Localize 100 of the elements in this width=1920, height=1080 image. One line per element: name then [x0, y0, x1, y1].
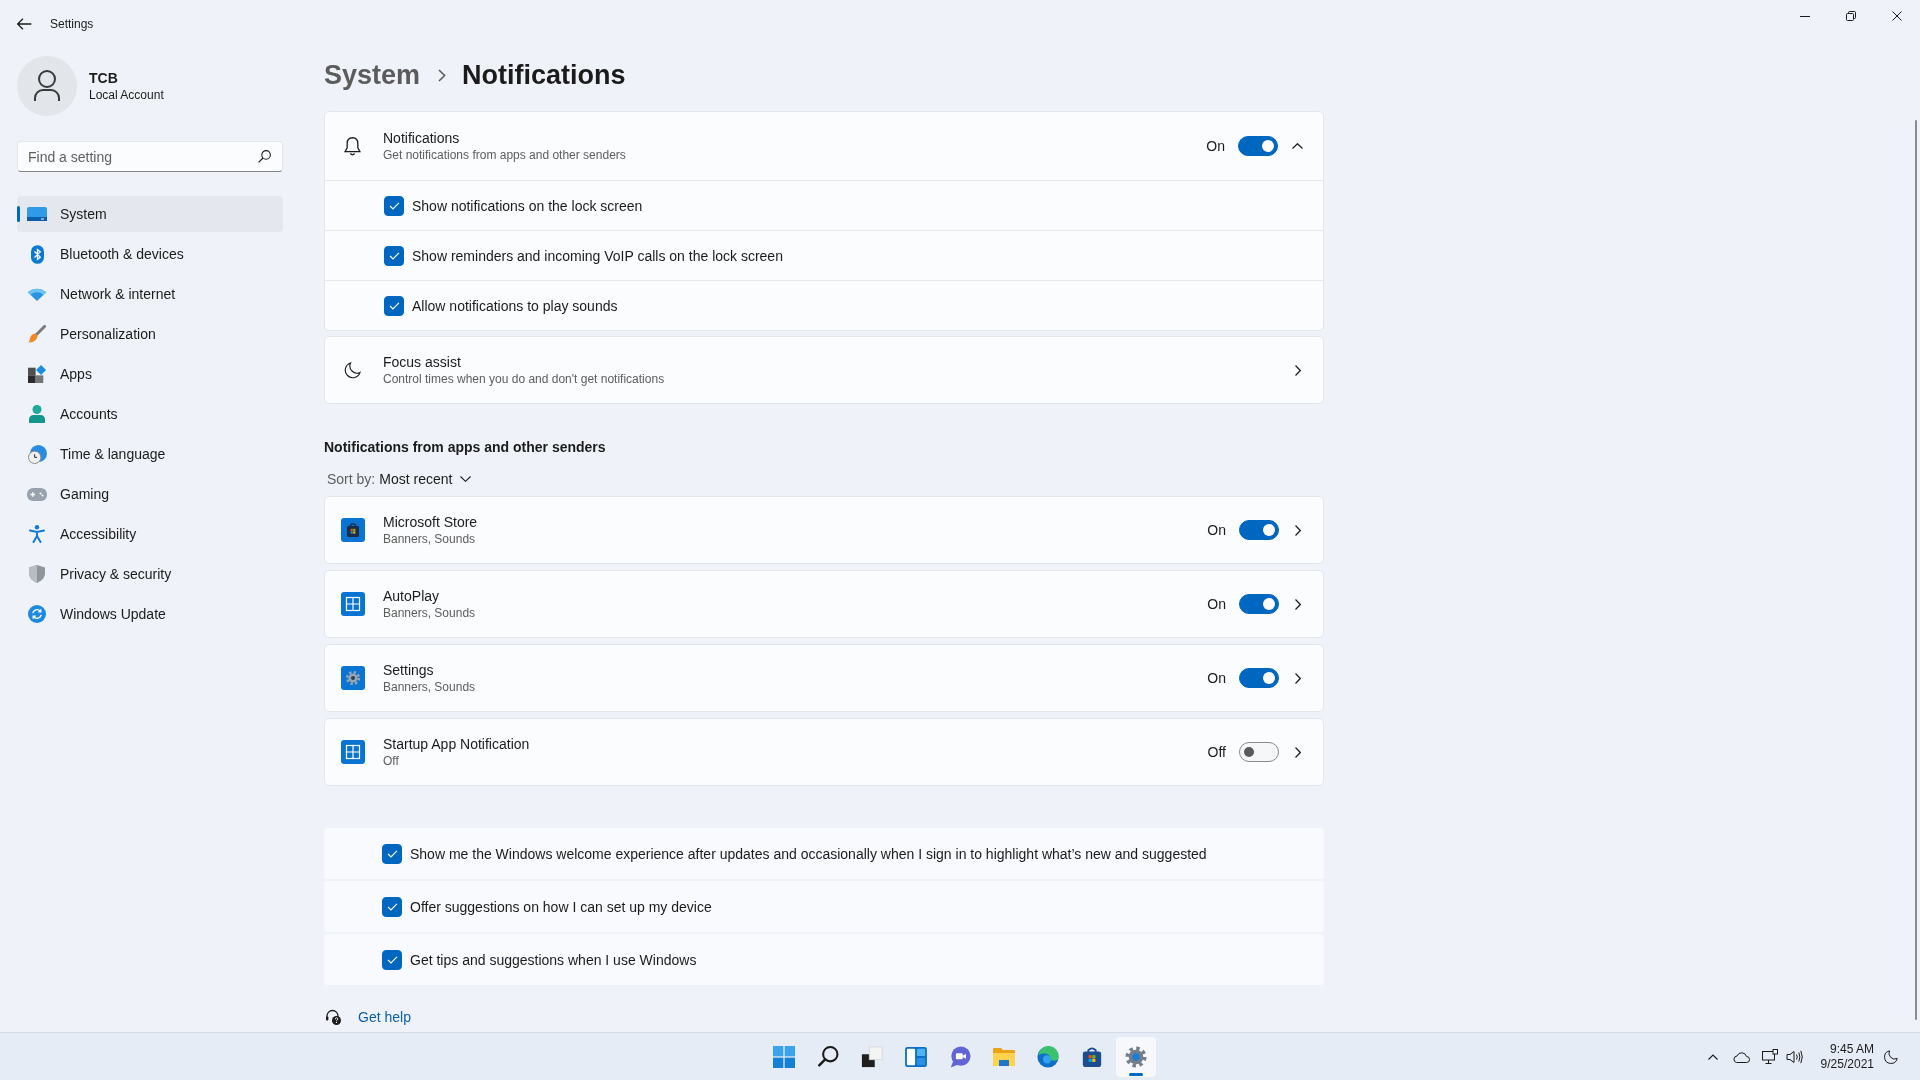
help-icon — [325, 1009, 341, 1025]
chevron-up-icon[interactable] — [1292, 143, 1303, 149]
checkbox[interactable] — [384, 195, 404, 216]
sync-icon — [28, 605, 46, 623]
cloud-icon[interactable] — [1731, 1050, 1750, 1063]
option-label: Show reminders and incoming VoIP calls on the lock screen — [412, 247, 783, 264]
accessibility-icon — [29, 525, 45, 543]
gear-icon — [341, 666, 365, 690]
gear-icon — [1125, 1045, 1147, 1068]
person-icon — [29, 405, 45, 423]
toggle-switch[interactable] — [1239, 742, 1279, 762]
moon-icon[interactable] — [1884, 1049, 1898, 1064]
setting-title: Focus assist — [383, 354, 461, 370]
shield-icon — [29, 565, 45, 583]
window-panes-icon — [341, 592, 365, 616]
sidebar-item[interactable]: System — [17, 196, 283, 232]
window-panes-icon — [341, 740, 365, 764]
bell-icon — [344, 136, 361, 156]
setting-description: Control times when you do and don't get notifications — [383, 372, 665, 386]
sort-dropdown[interactable]: Most recent — [379, 471, 472, 487]
clock-date[interactable]: 9/25/2021 — [1820, 1056, 1874, 1072]
option-label: Offer suggestions on how I can set up my device — [410, 898, 712, 915]
sidebar-item[interactable]: Privacy & security — [17, 556, 283, 592]
caret-icon — [460, 476, 472, 482]
get-help-link[interactable]: Get help — [358, 1009, 411, 1025]
app-card[interactable]: Startup App Notification Off Off — [324, 718, 1324, 786]
windows-logo-icon — [773, 1045, 795, 1068]
checkbox[interactable] — [384, 245, 404, 266]
moon-icon — [344, 361, 361, 379]
toggle-state-label: On — [1207, 670, 1226, 686]
setting-description: Get notifications from apps and other senders — [383, 148, 626, 162]
selection-indicator — [17, 206, 20, 222]
checkmark-icon — [386, 955, 398, 964]
settings-button[interactable] — [1116, 1036, 1156, 1077]
app-name: Startup App Notification — [383, 736, 530, 752]
app-card[interactable]: AutoPlay Banners, Sounds On — [324, 570, 1324, 638]
toggle-state-label: On — [1206, 138, 1225, 154]
checkmark-icon — [386, 902, 398, 911]
sidebar-item[interactable]: Time & language — [17, 436, 283, 472]
back-arrow-icon — [16, 18, 32, 30]
toggle-switch[interactable] — [1239, 668, 1279, 688]
option-label: Show me the Windows welcome experience after updates and occasionally when I sign in to highlight what’s new and suggested — [410, 845, 1207, 862]
window-title: Settings — [50, 17, 94, 31]
checkbox[interactable] — [384, 295, 404, 316]
toggle-switch[interactable] — [1239, 594, 1279, 614]
clock-time[interactable]: 9:45 AM — [1829, 1041, 1874, 1057]
avatar-icon — [17, 56, 77, 116]
setting-title: Notifications — [383, 130, 460, 146]
wifi-icon — [27, 287, 47, 301]
sidebar-item[interactable]: Network & internet — [17, 276, 283, 312]
toggle-state-label: On — [1207, 596, 1226, 612]
gamepad-icon — [27, 487, 47, 501]
search-icon — [817, 1046, 839, 1067]
video-bubble-icon — [949, 1045, 971, 1068]
chevron-right-icon — [1295, 524, 1301, 536]
sidebar-item[interactable]: Accounts — [17, 396, 283, 432]
bluetooth-icon — [30, 244, 44, 264]
chevron-right-icon — [438, 68, 447, 82]
chevron-right-icon — [1295, 364, 1301, 376]
focus-assist-card[interactable]: Focus assist Control times when you do and don't get notifications — [324, 336, 1324, 404]
app-card[interactable]: Microsoft Store Banners, Sounds On — [324, 496, 1324, 564]
sidebar-item[interactable]: Windows Update — [17, 596, 283, 632]
scrollbar[interactable] — [1915, 120, 1917, 1020]
minimize-icon — [1800, 15, 1810, 17]
toggle-state-label: Off — [1207, 744, 1226, 760]
sort-label: Sort by: — [327, 471, 376, 487]
active-indicator — [1129, 1072, 1143, 1076]
chevron-right-icon — [1295, 746, 1301, 758]
breadcrumb-link[interactable]: System — [324, 59, 421, 91]
option-label: Show notifications on the lock screen — [412, 197, 643, 214]
checkbox[interactable] — [382, 843, 402, 864]
folder-icon — [992, 1046, 1016, 1067]
chevron-up-icon[interactable] — [1707, 1053, 1718, 1060]
sidebar-item[interactable]: Accessibility — [17, 516, 283, 552]
sidebar-item[interactable]: Apps — [17, 356, 283, 392]
apps-icon — [28, 365, 46, 383]
search-field[interactable]: Find a setting — [17, 141, 283, 172]
overlapping-squares-icon — [861, 1045, 883, 1068]
app-detail: Banners, Sounds — [383, 606, 476, 620]
app-name: Microsoft Store — [383, 514, 478, 530]
checkbox[interactable] — [382, 896, 402, 917]
app-name: Settings — [383, 662, 434, 678]
checkmark-icon — [388, 301, 400, 310]
speaker-icon[interactable] — [1785, 1049, 1803, 1064]
toggle-switch[interactable] — [1239, 520, 1279, 540]
sidebar-item[interactable]: Bluetooth & devices — [17, 236, 283, 272]
sidebar-item[interactable]: Gaming — [17, 476, 283, 512]
monitor-icon[interactable] — [1761, 1049, 1778, 1064]
app-detail: Off — [383, 754, 399, 768]
toggle-switch[interactable] — [1238, 136, 1278, 156]
sidebar-item[interactable]: Personalization — [17, 316, 283, 352]
app-card[interactable]: Settings Banners, Sounds On — [324, 644, 1324, 712]
shopping-bag-icon — [1081, 1045, 1103, 1068]
section-heading: Notifications from apps and other senders — [324, 438, 606, 457]
checkbox[interactable] — [382, 949, 402, 970]
panels-icon — [905, 1046, 927, 1067]
chevron-right-icon — [1295, 598, 1301, 610]
toggle-state-label: On — [1207, 522, 1226, 538]
close-icon — [1892, 11, 1902, 21]
globe-clock-icon — [27, 444, 47, 464]
